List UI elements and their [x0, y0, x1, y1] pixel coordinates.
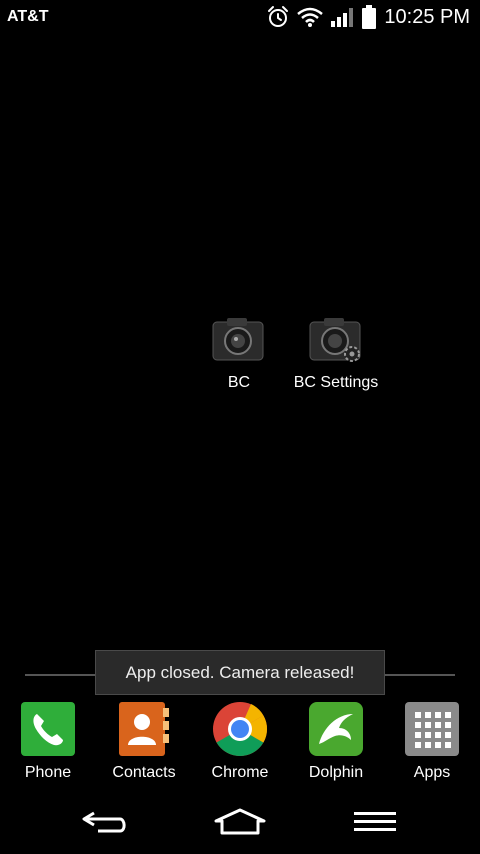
home-button[interactable]	[200, 802, 280, 842]
status-icons: 10:25 PM	[260, 4, 470, 30]
dock-item-apps[interactable]: Apps	[384, 700, 480, 782]
shortcut-label: BC Settings	[293, 374, 379, 391]
toast-message: App closed. Camera released!	[95, 650, 385, 695]
home-screen: AT&T 10:25 PM BC BC Settings Phone Conta…	[0, 0, 480, 854]
toast-text: App closed. Camera released!	[125, 662, 355, 682]
menu-button[interactable]	[335, 802, 415, 842]
chrome-icon	[211, 700, 269, 758]
dock-item-dolphin[interactable]: Dolphin	[288, 700, 384, 782]
clock: 10:25 PM	[384, 5, 470, 28]
battery-icon	[362, 5, 377, 29]
shortcut-label: BC	[227, 374, 251, 391]
menu-icon	[354, 812, 396, 831]
apps-grid-icon	[403, 700, 461, 758]
dock-label: Phone	[24, 764, 72, 781]
dock-label: Apps	[413, 764, 451, 781]
dock-label: Dolphin	[308, 764, 364, 781]
back-icon	[82, 811, 126, 833]
signal-icon	[330, 6, 356, 28]
phone-icon	[19, 700, 77, 758]
dock-item-phone[interactable]: Phone	[0, 700, 96, 782]
dock-item-chrome[interactable]: Chrome	[192, 700, 288, 782]
contacts-icon	[115, 700, 173, 758]
back-button[interactable]	[65, 802, 145, 842]
dolphin-icon	[307, 700, 365, 758]
wifi-icon	[296, 6, 324, 28]
camera-icon	[211, 316, 267, 364]
carrier-name: AT&T	[7, 8, 49, 25]
shortcut-bc[interactable]: BC	[184, 316, 294, 392]
shortcut-bc-settings[interactable]: BC Settings	[281, 316, 391, 392]
camera-settings-icon	[308, 316, 364, 364]
alarm-icon	[266, 5, 290, 29]
dock-label: Contacts	[112, 764, 176, 781]
status-bar: AT&T 10:25 PM	[0, 0, 480, 34]
dock-label: Chrome	[211, 764, 269, 781]
home-icon	[214, 808, 266, 835]
dock-item-contacts[interactable]: Contacts	[96, 700, 192, 782]
